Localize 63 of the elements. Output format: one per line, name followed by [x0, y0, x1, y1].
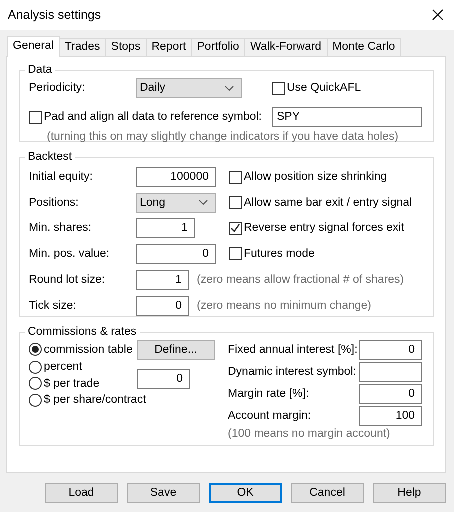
- hint-text: (turning this on may slightly change indicators if you have data holes): [47, 131, 400, 143]
- chevron-icon: [225, 86, 234, 90]
- checkbox-label: Futures mode: [244, 248, 315, 260]
- radio-label: $ per share/contract: [44, 394, 146, 406]
- hint-text: (zero means allow fractional # of shares): [197, 274, 404, 286]
- checkbox[interactable]: [29, 110, 42, 124]
- number-field[interactable]: 1: [136, 218, 195, 238]
- number-field[interactable]: 0: [136, 296, 189, 316]
- tab[interactable]: General: [7, 36, 60, 57]
- group-title: Data: [27, 64, 54, 76]
- checkbox-label: Use QuickAFL: [287, 82, 362, 94]
- radio-label: commission table: [44, 344, 133, 356]
- number-field[interactable]: 0: [136, 244, 216, 264]
- field-label: Round lot size:: [29, 274, 106, 286]
- rate-field[interactable]: 0: [359, 384, 422, 404]
- number-field[interactable]: 1: [136, 270, 189, 290]
- checkbox-label: Pad and align all data to reference symbol:: [44, 111, 262, 123]
- field-label: Positions:: [29, 196, 80, 208]
- checkbox-label: Reverse entry signal forces exit: [244, 222, 404, 234]
- field-label: Min. pos. value:: [29, 248, 111, 260]
- dialog-button[interactable]: Load: [45, 483, 118, 503]
- dialog-button[interactable]: OK: [209, 483, 282, 503]
- radio-button[interactable]: [29, 343, 42, 356]
- checkbox-label: Allow position size shrinking: [244, 171, 388, 183]
- rate-field[interactable]: 100: [359, 406, 422, 426]
- field-label: Margin rate [%]:: [228, 388, 310, 400]
- dialog-button[interactable]: Save: [127, 483, 200, 503]
- group-title: Backtest: [27, 151, 74, 163]
- field-label: Tick size:: [29, 300, 78, 312]
- checkbox[interactable]: [229, 196, 242, 209]
- radio-label: $ per trade: [44, 378, 100, 390]
- chevron-icon: [199, 200, 208, 205]
- hint-text: (100 means no margin account): [228, 428, 392, 440]
- rate-field[interactable]: [359, 362, 422, 382]
- group-title: Commissions & rates: [27, 326, 138, 338]
- field-label: Min. shares:: [29, 222, 93, 234]
- dialog-button[interactable]: Cancel: [291, 483, 364, 503]
- radio-button[interactable]: [29, 360, 42, 374]
- checkbox[interactable]: [229, 170, 242, 184]
- radio-label: percent: [44, 361, 82, 374]
- checkbox[interactable]: [229, 222, 242, 234]
- radio-button[interactable]: [29, 394, 42, 407]
- dialog-button[interactable]: Help: [373, 483, 446, 503]
- field-label: Fixed annual interest [%]:: [228, 344, 359, 356]
- close-icon[interactable]: [432, 9, 444, 21]
- hint-text: (zero means no minimum change): [197, 300, 372, 312]
- field-label: Dynamic interest symbol:: [228, 366, 358, 378]
- checkbox-label: Allow same bar exit / entry signal: [244, 196, 412, 208]
- commission-field[interactable]: 0: [137, 369, 190, 389]
- tab[interactable]: Monte Carlo: [326, 38, 402, 56]
- rate-field[interactable]: 0: [359, 340, 422, 360]
- number-field[interactable]: 100000: [136, 167, 216, 187]
- field-label: Periodicity:: [29, 82, 86, 94]
- positions-dropdown[interactable]: Long: [136, 192, 216, 212]
- field-label: Initial equity:: [29, 171, 94, 183]
- field-label: Account margin:: [228, 410, 312, 422]
- reference-symbol-field[interactable]: SPY: [272, 107, 422, 127]
- define-button[interactable]: Define...: [137, 340, 215, 360]
- checkbox[interactable]: [272, 82, 285, 94]
- checkbox[interactable]: [229, 247, 242, 260]
- radio-button[interactable]: [29, 377, 42, 390]
- periodicity-dropdown[interactable]: Daily: [136, 78, 242, 98]
- window-title: Analysis settings: [8, 8, 102, 22]
